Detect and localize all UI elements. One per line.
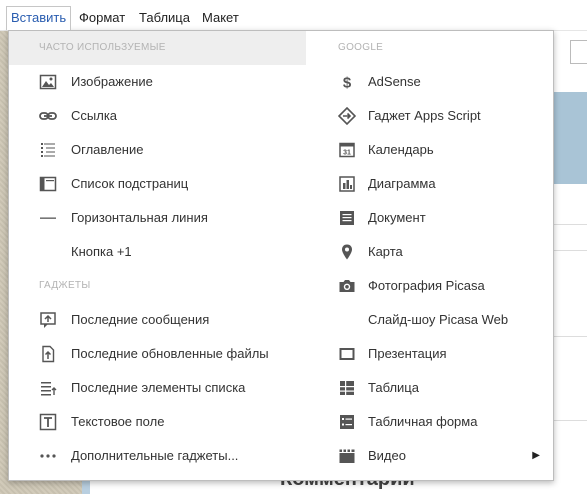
page-divider [552,420,587,421]
menu-item-label: Последние сообщения [71,312,210,327]
section-header-google: GOOGLE [338,42,384,53]
insert-dropdown-menu: ЧАСТО ИСПОЛЬЗУЕМЫЕ Изображение Ссылка Ог… [8,30,554,481]
camera-icon [338,277,356,295]
video-icon [338,447,356,465]
chart-icon [338,175,356,193]
menu-item-label: Список подстраниц [71,176,189,191]
submenu-arrow-icon: ▶ [532,450,540,461]
menu-item-label: Ссылка [71,108,118,123]
recent-files-icon [39,345,57,363]
menu-layout[interactable]: Макет [198,7,243,29]
table-of-contents-icon [39,141,57,159]
menu-item-label: Оглавление [71,142,144,157]
menu-table[interactable]: Таблица [135,7,194,29]
menu-item-label: Изображение [71,74,153,89]
menu-item-label: Слайд-шоу Picasa Web [368,312,509,327]
spreadsheet-icon [338,379,356,397]
menu-insert[interactable]: Вставить [6,6,72,30]
menu-item-label: Диаграмма [368,176,436,191]
menu-item-label: Гаджет Apps Script [368,108,481,123]
menu-item-label: Табличная форма [368,414,478,429]
menu-item-text-box[interactable]: Текстовое поле [39,405,299,439]
form-icon [338,413,356,431]
menu-item-label: Кнопка +1 [71,244,132,259]
menu-item-recent-posts[interactable]: Последние сообщения [39,303,299,337]
horizontal-line-icon [39,209,57,227]
page-side-input [570,40,587,64]
page-divider [552,224,587,225]
menu-item-presentation[interactable]: Презентация [338,337,543,371]
menu-item-recent-list-items[interactable]: Последние элементы списка [39,371,299,405]
page-divider [552,336,587,337]
menu-item-label: Таблица [368,380,419,395]
menu-item-form[interactable]: Табличная форма [338,405,543,439]
presentation-icon [338,345,356,363]
section-header-gadgets: ГАДЖЕТЫ [39,280,91,291]
recent-posts-icon [39,311,57,329]
svg-text:$: $ [343,75,352,92]
text-box-icon [39,413,57,431]
page-divider [552,250,587,251]
menu-item-plus-one-button[interactable]: Кнопка +1 [39,235,299,269]
menu-item-label: Дополнительные гаджеты... [71,448,239,463]
image-icon [39,73,57,91]
calendar-icon: 31 [338,141,356,159]
subpage-list-icon [39,175,57,193]
svg-text:31: 31 [343,150,351,157]
document-icon [338,209,356,227]
menu-item-picasa-slideshow[interactable]: Слайд-шоу Picasa Web [338,303,543,337]
menu-item-calendar[interactable]: 31 Календарь [338,133,543,167]
menu-item-image[interactable]: Изображение [39,65,299,99]
menu-item-label: Текстовое поле [71,414,165,429]
menu-item-adsense[interactable]: $ AdSense [338,65,543,99]
menu-item-label: Документ [368,210,426,225]
recent-list-items-icon [39,379,57,397]
menu-item-subpage-list[interactable]: Список подстраниц [39,167,299,201]
section-header-frequently-used: ЧАСТО ИСПОЛЬЗУЕМЫЕ [9,31,306,65]
adsense-dollar-icon: $ [338,73,356,92]
menu-item-recent-files[interactable]: Последние обновленные файлы [39,337,299,371]
menu-format[interactable]: Формат [75,7,129,29]
menu-item-label: Горизонтальная линия [71,210,208,225]
link-icon [39,107,57,125]
menu-item-map[interactable]: Карта [338,235,543,269]
more-gadgets-icon [39,447,57,465]
apps-script-icon [338,107,356,125]
menu-item-label: Последние элементы списка [71,380,246,395]
menu-item-spreadsheet[interactable]: Таблица [338,371,543,405]
page-banner [552,92,587,184]
menu-item-label: Последние обновленные файлы [71,346,269,361]
menubar: Вставить Формат Таблица Макет [0,0,587,31]
menu-item-label: AdSense [368,74,421,89]
menu-item-more-gadgets[interactable]: Дополнительные гаджеты... [39,439,299,473]
menu-item-label: Карта [368,244,403,259]
menu-item-link[interactable]: Ссылка [39,99,299,133]
menu-item-document[interactable]: Документ [338,201,543,235]
menu-item-toc[interactable]: Оглавление [39,133,299,167]
menu-item-label: Фотография Picasa [368,278,485,293]
menu-item-label: Календарь [368,142,434,157]
menu-item-apps-script-gadget[interactable]: Гаджет Apps Script [338,99,543,133]
map-pin-icon [338,243,356,261]
menu-item-video[interactable]: Видео ▶ [338,439,548,473]
menu-item-picasa-photo[interactable]: Фотография Picasa [338,269,543,303]
menu-item-horizontal-line[interactable]: Горизонтальная линия [39,201,299,235]
menu-item-label: Видео [368,448,406,463]
menu-item-chart[interactable]: Диаграмма [338,167,543,201]
menu-item-label: Презентация [368,346,447,361]
